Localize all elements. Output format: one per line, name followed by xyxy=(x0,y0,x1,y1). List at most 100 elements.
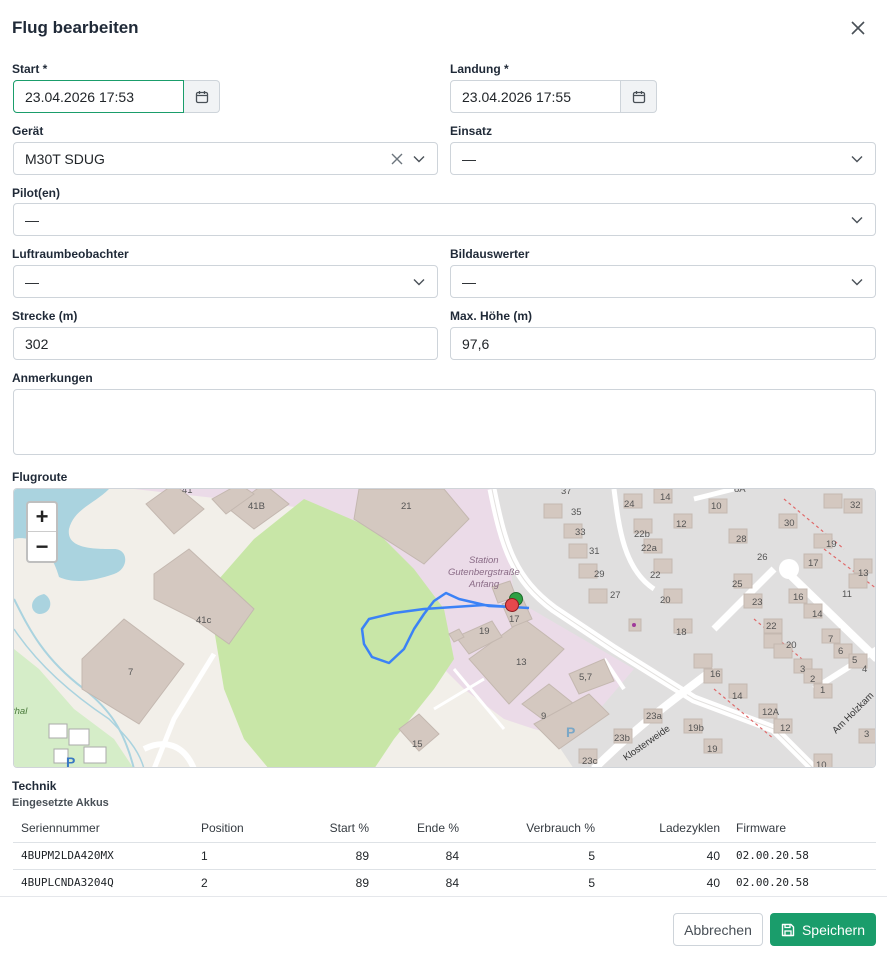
piloten-select[interactable]: — xyxy=(13,203,876,236)
flight-map[interactable]: 41 41B 21 41c 7 19 17 13 5,7 9 15 thal S… xyxy=(13,488,876,768)
map-label: 9 xyxy=(541,711,546,722)
piloten-value: — xyxy=(25,211,39,228)
col-ende: Ende % xyxy=(377,814,467,843)
map-label: 3 xyxy=(800,664,805,675)
map-label: 25 xyxy=(732,579,743,590)
start-calendar-button[interactable] xyxy=(184,80,220,113)
start-datetime: 23.04.2026 17:53 xyxy=(13,80,220,113)
max-hoehe-input[interactable]: 97,6 xyxy=(450,327,876,360)
close-icon xyxy=(851,21,865,35)
zoom-out-button[interactable]: − xyxy=(28,532,56,561)
map-label: 18 xyxy=(676,627,687,638)
cell-position: 2 xyxy=(193,869,283,897)
cell-firmware: 02.00.20.58 xyxy=(728,869,876,897)
map-label: 22 xyxy=(650,570,661,581)
map-label: 10 xyxy=(711,501,722,512)
modal-footer: Abbrechen Speichern xyxy=(0,896,887,954)
map-label: Station xyxy=(469,555,499,566)
luftraumbeobachter-select[interactable]: — xyxy=(13,265,438,298)
map-label: 15 xyxy=(412,739,423,750)
map-label: 13 xyxy=(516,657,527,668)
map-label: 22b xyxy=(634,529,650,540)
map-label: 28 xyxy=(736,534,747,545)
close-button[interactable] xyxy=(846,16,870,40)
anmerkungen-textarea[interactable] xyxy=(13,389,876,455)
map-label: 7 xyxy=(828,634,833,645)
map-label: 6 xyxy=(838,646,843,657)
map-label: 19 xyxy=(707,744,718,755)
cell-seriennummer: 4BUPM2LDA420MX xyxy=(13,842,193,870)
cell-ende: 84 xyxy=(377,869,467,897)
map-label: 21 xyxy=(401,501,412,512)
map-label: 11 xyxy=(842,589,852,600)
cancel-button[interactable]: Abbrechen xyxy=(673,913,763,946)
map-label: 24 xyxy=(624,499,635,510)
start-input[interactable]: 23.04.2026 17:53 xyxy=(13,80,184,113)
landung-input[interactable]: 23.04.2026 17:55 xyxy=(450,80,621,113)
flugroute-label: Flugroute xyxy=(12,470,68,484)
save-icon xyxy=(781,923,795,936)
map-label: 19b xyxy=(688,723,704,734)
strecke-input[interactable]: 302 xyxy=(13,327,438,360)
map-label: 32 xyxy=(850,500,861,511)
modal-title: Flug bearbeiten xyxy=(12,18,139,37)
map-label: 29 xyxy=(594,569,605,580)
map-tiles: 41 41B 21 41c 7 19 17 13 5,7 9 15 thal S… xyxy=(14,489,875,767)
end-marker xyxy=(505,598,519,612)
map-label: 20 xyxy=(660,595,671,606)
map-label: 37 xyxy=(561,489,572,497)
landung-calendar-button[interactable] xyxy=(621,80,657,113)
table-row: 4BUPLCNDA3204Q 2 89 84 5 40 02.00.20.58 xyxy=(13,869,876,897)
map-label: 7 xyxy=(128,667,133,678)
zoom-control: + − xyxy=(26,501,58,563)
calendar-icon xyxy=(195,90,208,103)
landung-datetime: 23.04.2026 17:55 xyxy=(450,80,657,113)
save-button[interactable]: Speichern xyxy=(770,913,876,946)
geraet-select[interactable]: M30T SDUG xyxy=(13,142,438,175)
map-label: 41c xyxy=(196,615,212,626)
cell-verbrauch: 5 xyxy=(467,869,603,897)
map-label: 5 xyxy=(852,655,857,666)
map-label: 31 xyxy=(589,546,600,557)
map-label: 12A xyxy=(762,707,780,718)
technik-subtitle: Eingesetzte Akkus xyxy=(12,797,109,809)
map-label: 1 xyxy=(820,685,825,696)
map-label: 4 xyxy=(862,664,867,675)
calendar-icon xyxy=(632,90,645,103)
map-label: 20 xyxy=(786,640,797,651)
zoom-in-button[interactable]: + xyxy=(28,503,56,532)
chevron-down-icon xyxy=(851,278,863,285)
technik-title: Technik xyxy=(12,779,57,793)
map-label: 2 xyxy=(810,674,815,685)
strecke-value: 302 xyxy=(25,335,49,352)
save-label: Speichern xyxy=(801,921,866,938)
clear-icon[interactable] xyxy=(391,153,403,165)
map-label: 30 xyxy=(784,518,795,529)
map-label: 16 xyxy=(793,592,804,603)
col-firmware: Firmware xyxy=(728,814,876,843)
map-label: 26 xyxy=(757,552,768,563)
geraet-value: M30T SDUG xyxy=(25,150,105,167)
bildauswerter-select[interactable]: — xyxy=(450,265,876,298)
einsatz-label: Einsatz xyxy=(450,124,493,138)
svg-text:P: P xyxy=(566,724,575,740)
start-label: Start * xyxy=(12,62,48,76)
map-label: 5,7 xyxy=(579,672,592,683)
col-position: Position xyxy=(193,814,283,843)
map-label: 33 xyxy=(575,527,586,538)
einsatz-value: — xyxy=(462,150,476,167)
map-label: 23 xyxy=(752,597,763,608)
col-verbrauch: Verbrauch % xyxy=(467,814,603,843)
modal-header: Flug bearbeiten xyxy=(0,0,887,56)
col-seriennummer: Seriennummer xyxy=(13,814,193,843)
landung-label: Landung * xyxy=(450,62,509,76)
cell-start: 89 xyxy=(283,842,377,870)
cell-ladezyklen: 40 xyxy=(603,869,728,897)
chevron-down-icon xyxy=(413,155,425,162)
luftraumbeobachter-value: — xyxy=(25,273,39,290)
map-label: 8A xyxy=(734,489,746,495)
einsatz-select[interactable]: — xyxy=(450,142,876,175)
bildauswerter-label: Bildauswerter xyxy=(450,247,530,261)
chevron-down-icon xyxy=(851,216,863,223)
cell-seriennummer: 4BUPLCNDA3204Q xyxy=(13,869,193,897)
